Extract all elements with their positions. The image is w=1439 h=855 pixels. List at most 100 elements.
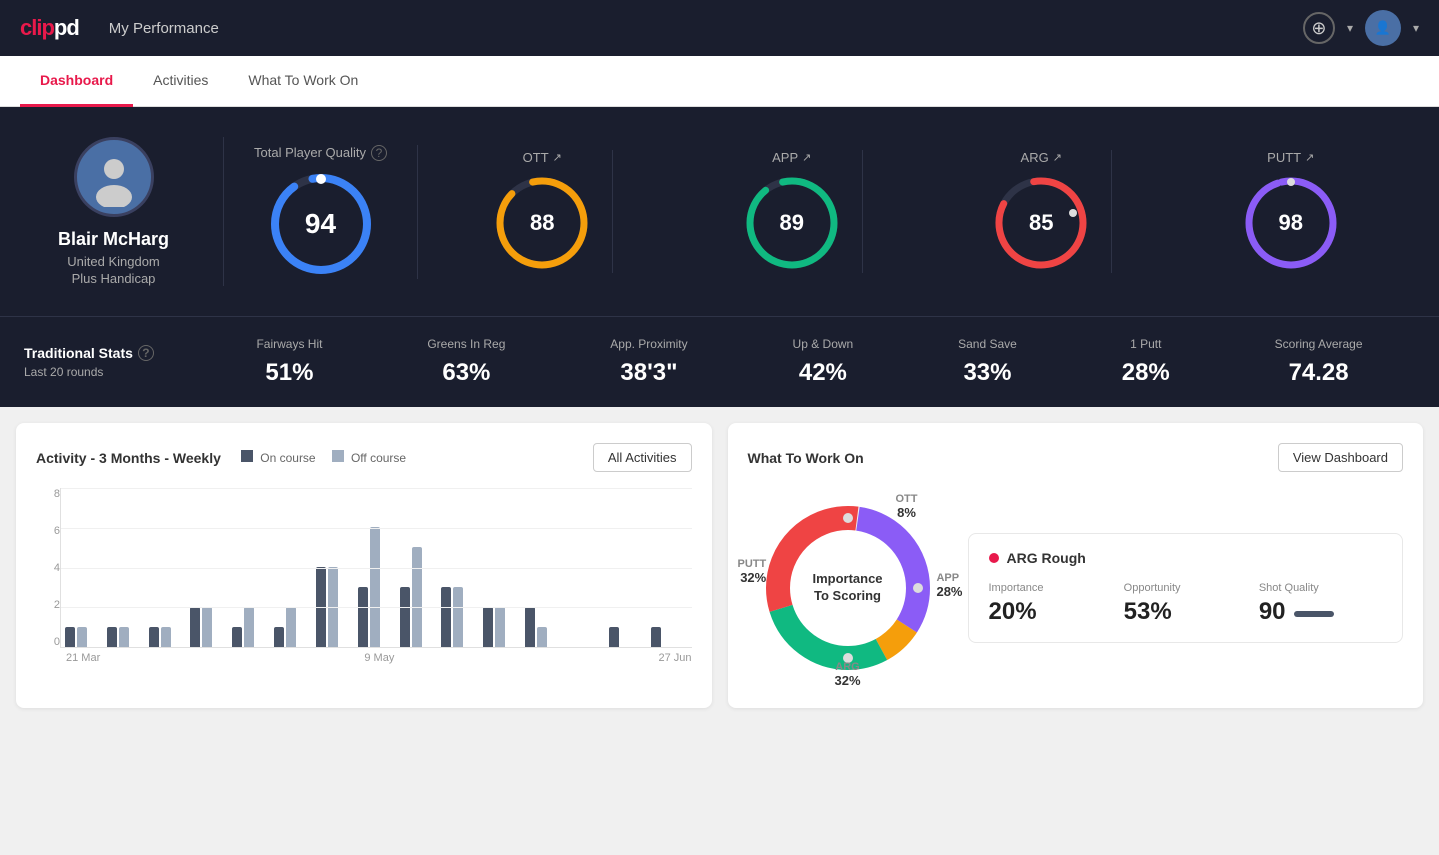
arg-arrow: ↗ xyxy=(1053,151,1062,164)
app-ring: 89 xyxy=(742,173,842,273)
bar-off-12 xyxy=(537,627,547,647)
player-country: United Kingdom xyxy=(67,254,160,269)
bar-group-10 xyxy=(441,587,478,647)
donut-label-arg: ARG 32% xyxy=(834,661,860,688)
proximity-label: App. Proximity xyxy=(610,337,687,351)
putt-ring: 98 xyxy=(1241,173,1341,273)
tab-activities[interactable]: Activities xyxy=(133,56,228,107)
tab-what-to-work-on[interactable]: What To Work On xyxy=(228,56,378,107)
activity-panel-header: Activity - 3 Months - Weekly On course O… xyxy=(36,443,692,472)
ott-ring: 88 xyxy=(492,173,592,273)
arg-ring: 85 xyxy=(991,173,1091,273)
x-axis: 21 Mar 9 May 27 Jun xyxy=(36,652,692,664)
grid-line-8 xyxy=(61,488,692,489)
fairways-value: 51% xyxy=(265,359,313,387)
bar-off-4 xyxy=(202,607,212,647)
add-chevron: ▾ xyxy=(1347,21,1353,35)
add-button[interactable]: ⊕ xyxy=(1303,12,1335,44)
chart-inner: 0 2 4 6 8 xyxy=(36,488,692,648)
plus-icon: ⊕ xyxy=(1311,18,1326,39)
ott-arrow: ↗ xyxy=(553,151,562,164)
view-dashboard-button[interactable]: View Dashboard xyxy=(1278,443,1403,472)
sandsave-value: 33% xyxy=(963,359,1011,387)
trad-help-icon[interactable]: ? xyxy=(138,345,154,361)
legend-off-course: Off course xyxy=(332,450,406,465)
bar-group-14 xyxy=(609,627,646,647)
bar-group-9 xyxy=(400,547,437,647)
bar-on-15 xyxy=(651,627,661,647)
metric-shot-quality: Shot Quality 90 xyxy=(1259,582,1382,626)
all-activities-button[interactable]: All Activities xyxy=(593,443,692,472)
stat-updown: Up & Down 42% xyxy=(793,337,854,387)
arg-rough-metrics: Importance 20% Opportunity 53% Shot Qual… xyxy=(989,582,1383,626)
bar-group-1 xyxy=(65,627,102,647)
help-icon[interactable]: ? xyxy=(371,145,387,161)
score-arg: ARG ↗ 85 xyxy=(971,150,1112,273)
bar-off-5 xyxy=(244,607,254,647)
user-avatar-button[interactable]: 👤 xyxy=(1365,10,1401,46)
what-to-work-on-panel: What To Work On View Dashboard xyxy=(728,423,1424,708)
x-label-jun: 27 Jun xyxy=(658,652,691,664)
app-label: APP ↗ xyxy=(772,150,811,165)
greens-value: 63% xyxy=(442,359,490,387)
oneputt-label: 1 Putt xyxy=(1130,337,1161,351)
bar-group-5 xyxy=(232,607,269,647)
activity-title: Activity - 3 Months - Weekly xyxy=(36,450,221,466)
x-label-mar: 21 Mar xyxy=(66,652,100,664)
bar-off-3 xyxy=(161,627,171,647)
traditional-stats: Traditional Stats ? Last 20 rounds Fairw… xyxy=(0,316,1439,407)
bar-group-4 xyxy=(190,607,227,647)
wtwo-title: What To Work On xyxy=(748,450,864,466)
bar-on-10 xyxy=(441,587,451,647)
stat-sandsave: Sand Save 33% xyxy=(958,337,1017,387)
total-quality-label: Total Player Quality ? xyxy=(254,145,387,161)
activity-header-left: Activity - 3 Months - Weekly On course O… xyxy=(36,450,406,466)
bar-on-2 xyxy=(107,627,117,647)
stat-proximity: App. Proximity 38'3" xyxy=(610,337,687,387)
stat-greens: Greens In Reg 63% xyxy=(427,337,505,387)
score-app: APP ↗ 89 xyxy=(722,150,863,273)
logo: clippd xyxy=(20,15,79,41)
updown-label: Up & Down xyxy=(793,337,854,351)
shot-quality-label: Shot Quality xyxy=(1259,582,1382,594)
shot-quality-row: 90 xyxy=(1259,598,1382,626)
grid-line-4 xyxy=(61,568,692,569)
bar-off-11 xyxy=(495,607,505,647)
y-label-6: 6 xyxy=(36,525,60,537)
ott-label: OTT ↗ xyxy=(523,150,562,165)
score-putt: PUTT ↗ 98 xyxy=(1221,150,1361,273)
y-axis: 0 2 4 6 8 xyxy=(36,488,60,648)
donut-label-putt: PUTT 32% xyxy=(738,558,767,585)
shot-quality-value: 90 xyxy=(1259,598,1286,626)
bar-on-3 xyxy=(149,627,159,647)
bar-on-5 xyxy=(232,627,242,647)
importance-label: Importance xyxy=(989,582,1112,594)
donut-label-ott: OTT 8% xyxy=(896,493,918,520)
top-nav: clippd My Performance ⊕ ▾ 👤 ▾ xyxy=(0,0,1439,56)
bar-on-11 xyxy=(483,607,493,647)
proximity-value: 38'3" xyxy=(620,359,677,387)
trad-stats-list: Fairways Hit 51% Greens In Reg 63% App. … xyxy=(204,337,1415,387)
stat-fairways: Fairways Hit 51% xyxy=(256,337,322,387)
bar-group-12 xyxy=(525,607,562,647)
total-quality-value: 94 xyxy=(305,208,336,240)
avatar xyxy=(74,137,154,217)
bar-on-1 xyxy=(65,627,75,647)
putt-value: 98 xyxy=(1279,210,1303,236)
legend-on-course: On course xyxy=(241,450,316,465)
bar-off-10 xyxy=(453,587,463,647)
arg-label: ARG ↗ xyxy=(1021,150,1062,165)
tab-dashboard[interactable]: Dashboard xyxy=(20,56,133,107)
bar-off-6 xyxy=(286,607,296,647)
x-label-may: 9 May xyxy=(364,652,394,664)
avatar-initial: 👤 xyxy=(1375,20,1391,36)
opportunity-label: Opportunity xyxy=(1124,582,1247,594)
bar-on-6 xyxy=(274,627,284,647)
bar-group-6 xyxy=(274,607,311,647)
nav-title: My Performance xyxy=(109,20,1303,37)
stat-oneputt: 1 Putt 28% xyxy=(1122,337,1170,387)
hero-section: Blair McHarg United Kingdom Plus Handica… xyxy=(0,107,1439,316)
bar-group-8 xyxy=(358,527,395,647)
y-label-0: 0 xyxy=(36,636,60,648)
bar-off-2 xyxy=(119,627,129,647)
